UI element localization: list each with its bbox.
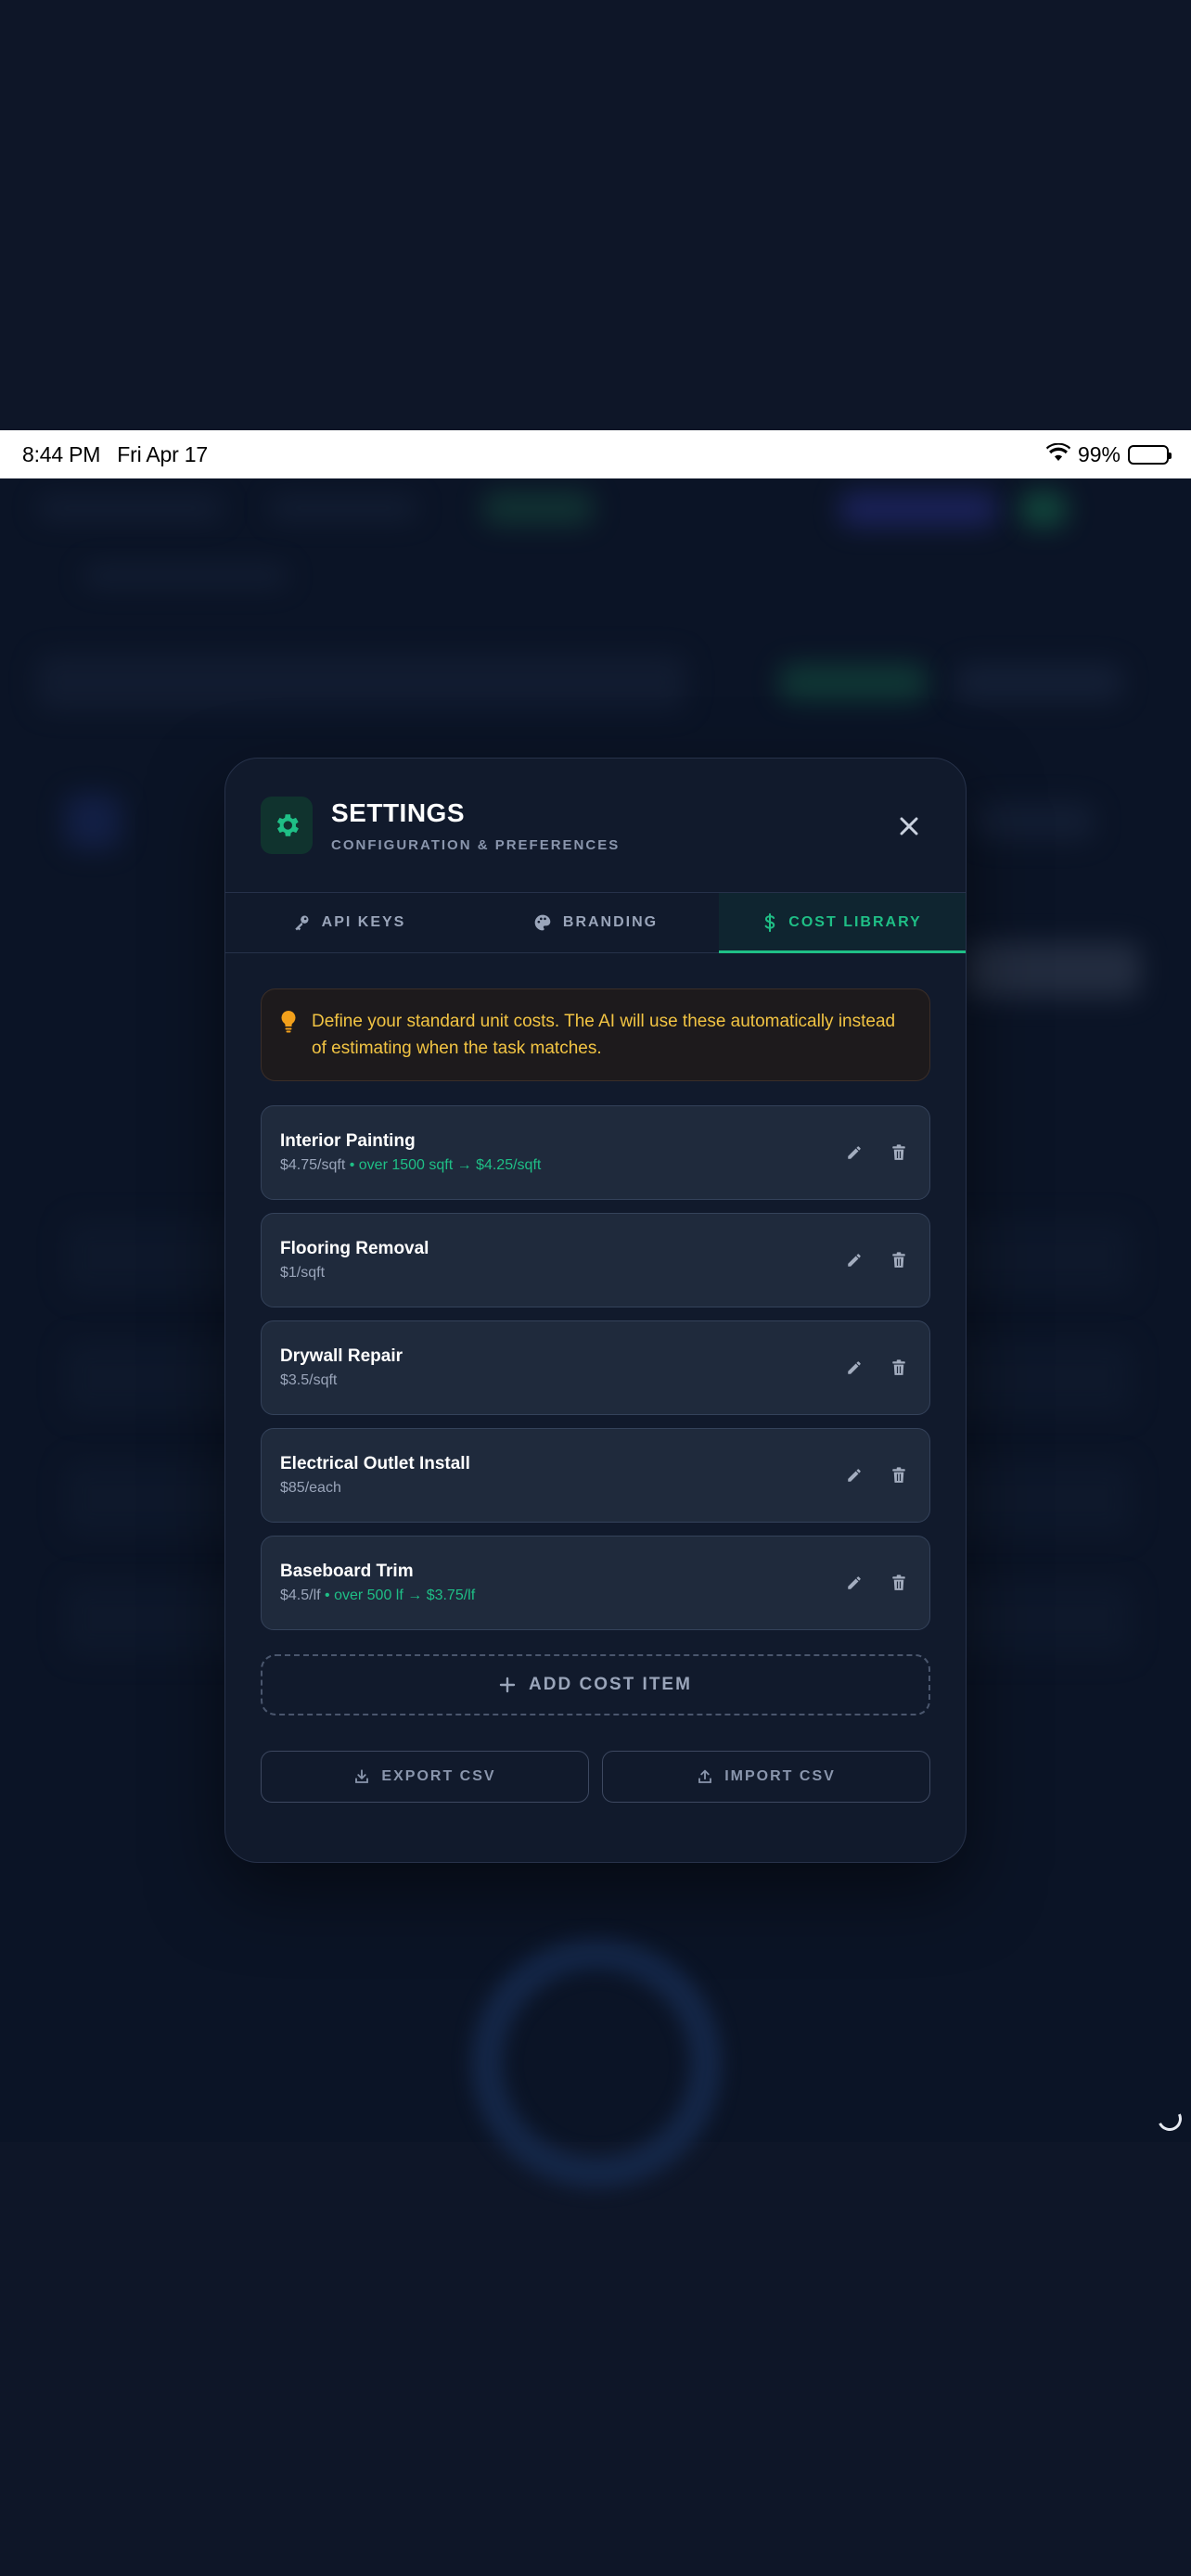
cost-item[interactable]: Drywall Repair $3.5/sqft [261, 1320, 930, 1415]
battery-icon [1128, 444, 1172, 465]
delete-button[interactable] [887, 1571, 911, 1595]
edit-button[interactable] [842, 1356, 866, 1380]
key-icon [294, 915, 309, 931]
delete-button[interactable] [887, 1141, 911, 1165]
settings-gear-icon [261, 797, 313, 854]
cost-item-name: Interior Painting [280, 1131, 416, 1151]
tab-label: COST LIBRARY [788, 914, 922, 930]
tab-label: BRANDING [562, 914, 659, 930]
cost-item-price: $1/sqft [280, 1265, 326, 1281]
background-chart-ring [471, 1938, 722, 2188]
plus-icon [499, 1677, 516, 1693]
edit-button[interactable] [842, 1463, 866, 1487]
cost-item[interactable]: Interior Painting $4.75/sqft • over 1500… [261, 1105, 930, 1200]
pencil-icon [848, 1469, 861, 1482]
cost-library-panel: Define your standard unit costs. The AI … [225, 953, 966, 1803]
settings-modal: SETTINGS CONFIGURATION & PREFERENCES API… [224, 758, 967, 1863]
status-date: Fri Apr 17 [117, 441, 208, 466]
add-cost-item-button[interactable]: ADD COST ITEM [261, 1654, 930, 1715]
battery-percent: 99% [1077, 441, 1121, 466]
pencil-icon [848, 1146, 861, 1159]
palette-icon [534, 914, 551, 931]
delete-button[interactable] [887, 1356, 911, 1380]
trash-icon [892, 1359, 905, 1375]
cost-item-price: $4.75/sqft [280, 1157, 346, 1173]
edit-button[interactable] [842, 1571, 866, 1595]
cost-item-tier: • over 1500 sqft → $4.25/sqft [345, 1157, 542, 1173]
lightbulb-icon [281, 1011, 296, 1033]
dollar-icon [764, 912, 775, 933]
info-tip-text: Define your standard unit costs. The AI … [312, 1012, 896, 1058]
cost-item-price: $4.5/lf [280, 1588, 321, 1603]
cost-item-name: Flooring Removal [280, 1239, 429, 1258]
export-csv-button[interactable]: EXPORT CSV [261, 1751, 589, 1803]
edit-button[interactable] [842, 1248, 866, 1272]
cost-item[interactable]: Flooring Removal $1/sqft [261, 1213, 930, 1307]
trash-icon [892, 1467, 905, 1483]
download-icon [355, 1769, 369, 1783]
pencil-icon [848, 1254, 861, 1267]
import-csv-label: IMPORT CSV [724, 1768, 836, 1784]
tab-cost-library[interactable]: COST LIBRARY [719, 893, 966, 953]
cost-item-price: $3.5/sqft [280, 1372, 338, 1388]
trash-icon [892, 1575, 905, 1590]
add-cost-item-label: ADD COST ITEM [529, 1675, 692, 1694]
import-csv-button[interactable]: IMPORT CSV [602, 1751, 930, 1803]
pencil-icon [848, 1361, 861, 1374]
modal-header: SETTINGS CONFIGURATION & PREFERENCES [225, 759, 966, 892]
modal-title: SETTINGS [331, 797, 466, 827]
close-button[interactable] [895, 812, 923, 840]
settings-tabs: API KEYS BRANDING COST LIBRARY [225, 892, 966, 953]
pencil-icon [848, 1576, 861, 1589]
cost-item[interactable]: Electrical Outlet Install $85/each [261, 1428, 930, 1523]
wifi-icon [1045, 442, 1070, 467]
status-bar: 8:44 PM Fri Apr 17 99% [0, 430, 1191, 478]
status-time: 8:44 PM [22, 441, 101, 466]
delete-button[interactable] [887, 1248, 911, 1272]
csv-actions: EXPORT CSV IMPORT CSV [261, 1751, 930, 1803]
trash-icon [892, 1252, 905, 1268]
cost-item-tier: • over 500 lf → $3.75/lf [320, 1588, 476, 1603]
export-csv-label: EXPORT CSV [381, 1768, 496, 1784]
cost-item-name: Drywall Repair [280, 1346, 403, 1366]
delete-button[interactable] [887, 1463, 911, 1487]
cost-item-list: Interior Painting $4.75/sqft • over 1500… [261, 1105, 930, 1630]
modal-subtitle: CONFIGURATION & PREFERENCES [331, 836, 621, 853]
cost-item[interactable]: Baseboard Trim $4.5/lf • over 500 lf → $… [261, 1536, 930, 1630]
cost-item-name: Electrical Outlet Install [280, 1454, 470, 1473]
tab-api-keys[interactable]: API KEYS [225, 893, 472, 952]
trash-icon [892, 1144, 905, 1160]
cost-item-price: $85/each [280, 1480, 341, 1496]
upload-icon [698, 1769, 712, 1783]
close-icon [900, 817, 918, 835]
edit-button[interactable] [842, 1141, 866, 1165]
tab-label: API KEYS [321, 914, 406, 930]
info-tip: Define your standard unit costs. The AI … [261, 988, 930, 1081]
app-root: 8:44 PM Fri Apr 17 99% SETTINGS CONFIGUR… [0, 0, 1191, 2576]
tab-branding[interactable]: BRANDING [472, 893, 719, 952]
cost-item-name: Baseboard Trim [280, 1562, 414, 1581]
